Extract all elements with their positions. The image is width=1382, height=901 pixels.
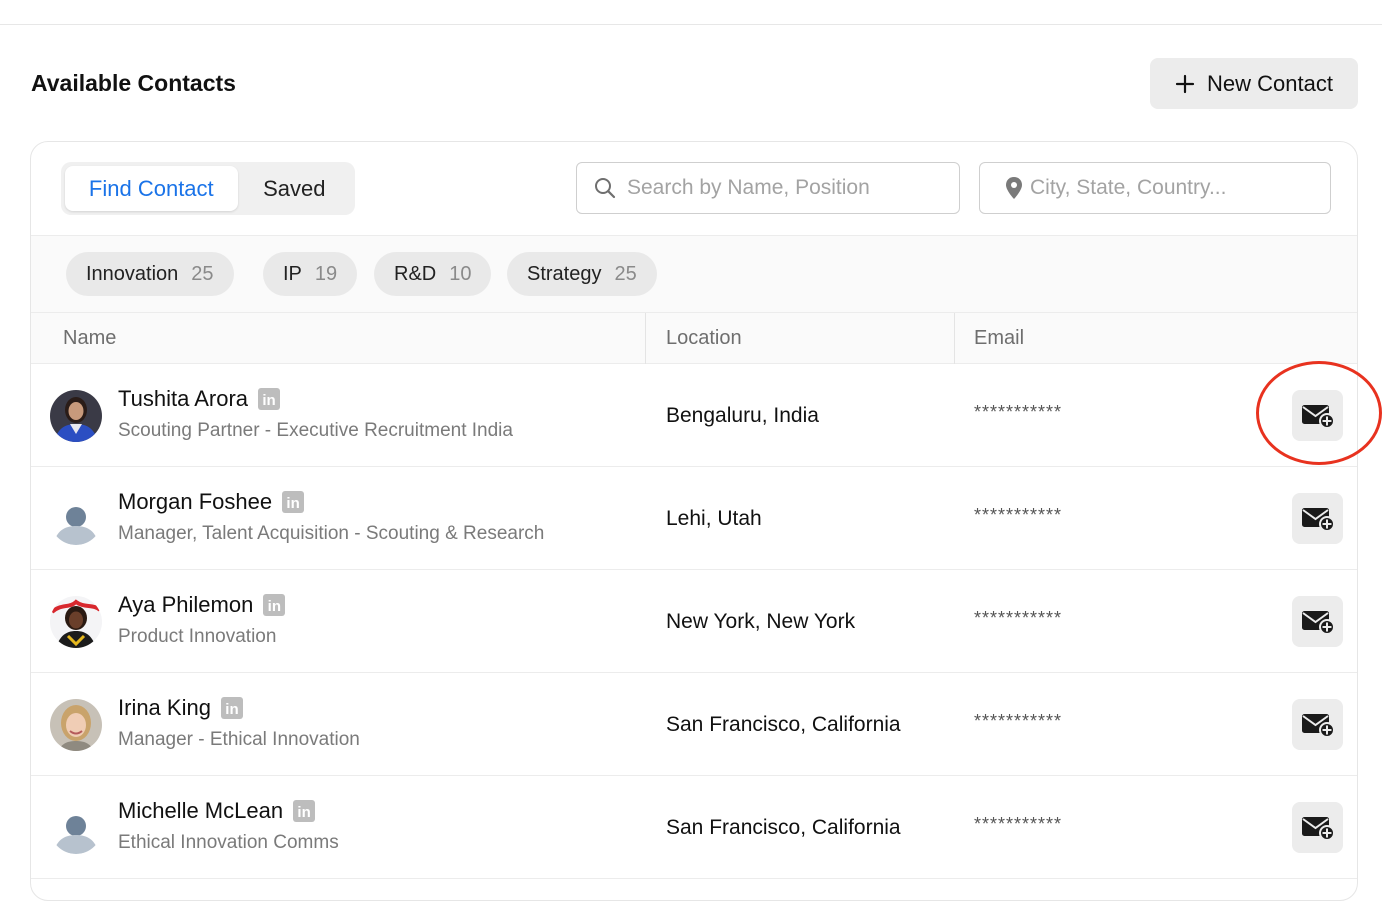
column-header-email[interactable]: Email [974, 313, 1024, 364]
contact-name: Michelle McLean in [118, 798, 316, 824]
linkedin-icon[interactable]: in [220, 697, 243, 719]
contact-name: Tushita Arora in [118, 386, 281, 412]
mail-plus-icon [1301, 507, 1335, 532]
linkedin-icon[interactable]: in [293, 800, 316, 822]
column-header-location[interactable]: Location [666, 313, 742, 364]
add-email-button[interactable] [1292, 596, 1343, 647]
contact-title: Manager - Ethical Innovation [118, 729, 360, 750]
filter-chip-ip[interactable]: IP 19 [263, 252, 358, 296]
contacts-card: Find Contact Saved Innovation 25 IP 19 R… [30, 141, 1358, 901]
contact-title: Product Innovation [118, 626, 277, 647]
filter-chip-strategy[interactable]: Strategy 25 [507, 252, 657, 296]
new-contact-button[interactable]: New Contact [1150, 58, 1358, 109]
contact-location: San Francisco, California [666, 712, 901, 736]
contact-email: *********** [974, 813, 1063, 834]
add-email-button[interactable] [1292, 699, 1343, 750]
filter-chip-rd[interactable]: R&D 10 [374, 252, 492, 296]
table-row[interactable]: Tushita Arora in Scouting Partner - Exec… [31, 364, 1357, 467]
column-divider [954, 313, 955, 364]
avatar [50, 596, 102, 648]
filter-bar: Innovation 25 IP 19 R&D 10 Strategy 25 [31, 235, 1357, 312]
search-icon [595, 178, 616, 199]
contact-name-text: Morgan Foshee [118, 489, 273, 514]
location-search-input[interactable] [1030, 176, 1330, 200]
linkedin-icon[interactable]: in [258, 388, 281, 410]
contact-name-text: Tushita Arora [118, 386, 249, 411]
table-row[interactable]: Irina King in Manager - Ethical Innovati… [31, 673, 1357, 776]
contact-title: Scouting Partner - Executive Recruitment… [118, 420, 513, 441]
contact-name: Morgan Foshee in [118, 489, 305, 515]
contact-location: Bengaluru, India [666, 403, 819, 427]
mail-plus-icon [1301, 816, 1335, 841]
plus-icon [1175, 74, 1195, 93]
chip-label: R&D [394, 262, 437, 285]
contact-name-text: Michelle McLean [118, 798, 284, 823]
add-email-button[interactable] [1292, 802, 1343, 853]
chip-count: 25 [191, 262, 214, 285]
contact-location: Lehi, Utah [666, 506, 762, 530]
avatar [50, 802, 102, 854]
page-title: Available Contacts [31, 70, 236, 96]
add-email-button[interactable] [1292, 390, 1343, 441]
avatar [50, 390, 102, 442]
chip-label: IP [283, 262, 302, 285]
linkedin-icon[interactable]: in [263, 594, 286, 616]
contact-title: Manager, Talent Acquisition - Scouting &… [118, 523, 545, 544]
add-email-button[interactable] [1292, 493, 1343, 544]
contact-name-text: Irina King [118, 695, 211, 720]
table-header: Name Location Email [31, 312, 1357, 364]
tab-find-contact[interactable]: Find Contact [65, 166, 238, 211]
contact-name-text: Aya Philemon [118, 592, 254, 617]
chip-count: 19 [314, 262, 338, 285]
chip-count: 25 [614, 262, 637, 285]
contact-location: New York, New York [666, 609, 856, 633]
table-row[interactable]: Morgan Foshee in Manager, Talent Acquisi… [31, 467, 1357, 570]
chip-label: Strategy [527, 262, 602, 285]
linkedin-icon[interactable]: in [282, 491, 305, 513]
contact-email: *********** [974, 710, 1063, 731]
contact-email: *********** [974, 504, 1063, 525]
name-search-box[interactable] [576, 162, 960, 214]
table-row[interactable]: Aya Philemon in Product Innovation New Y… [31, 570, 1357, 673]
tab-saved[interactable]: Saved [238, 166, 351, 211]
location-search-box[interactable] [979, 162, 1331, 214]
chip-label: Innovation [86, 262, 179, 285]
contact-name: Irina King in [118, 695, 243, 721]
filter-chip-innovation[interactable]: Innovation 25 [66, 252, 234, 296]
column-divider [645, 313, 646, 364]
contact-title: Ethical Innovation Comms [118, 832, 339, 853]
name-search-input[interactable] [627, 176, 959, 200]
avatar [50, 699, 102, 751]
top-divider [0, 24, 1382, 25]
chip-count: 10 [449, 262, 472, 285]
view-toggle: Find Contact Saved [61, 162, 355, 215]
mail-plus-icon [1301, 713, 1335, 738]
mail-plus-icon [1301, 404, 1335, 429]
column-header-name[interactable]: Name [63, 313, 116, 364]
new-contact-label: New Contact [1207, 70, 1333, 96]
contact-email: *********** [974, 401, 1063, 422]
avatar [50, 493, 102, 545]
location-pin-icon [1006, 177, 1022, 199]
mail-plus-icon [1301, 610, 1335, 635]
contact-email: *********** [974, 607, 1063, 628]
contact-name: Aya Philemon in [118, 592, 286, 618]
